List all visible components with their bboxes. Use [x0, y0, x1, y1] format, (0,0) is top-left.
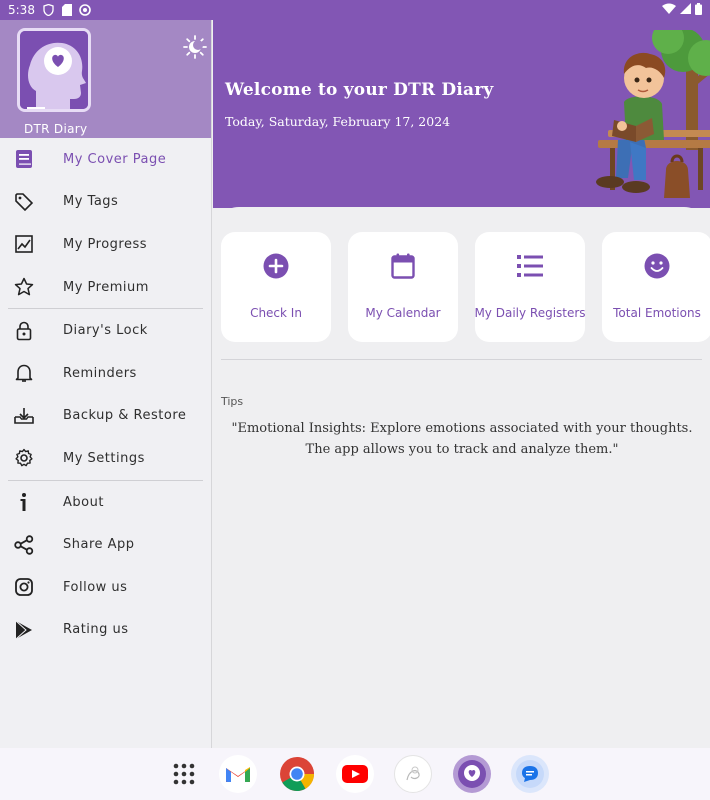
- welcome-title: Welcome to your DTR Diary: [225, 80, 494, 100]
- book-icon: [14, 149, 34, 169]
- info-icon: [14, 492, 34, 512]
- card-label: Check In: [250, 306, 302, 320]
- menu-item-label: Reminders: [63, 365, 137, 381]
- menu-item-diary-lock[interactable]: Diary's Lock: [0, 309, 211, 352]
- dtr-diary-icon[interactable]: [453, 755, 491, 793]
- menu-item-premium[interactable]: My Premium: [0, 266, 211, 309]
- app-name: DTR Diary: [24, 122, 88, 136]
- main-content: Check In My Calendar My Daily Registers …: [213, 207, 710, 748]
- my-calendar-card[interactable]: My Calendar: [348, 232, 458, 342]
- progress-chart-icon: [14, 234, 34, 254]
- daily-registers-card[interactable]: My Daily Registers: [474, 232, 586, 342]
- menu-item-label: Rating us: [63, 622, 129, 638]
- messages-icon[interactable]: [511, 755, 549, 793]
- menu-item-settings[interactable]: My Settings: [0, 437, 211, 480]
- card-label: Total Emotions: [613, 306, 701, 320]
- menu-item-label: My Tags: [63, 194, 119, 210]
- youtube-icon[interactable]: [336, 755, 374, 793]
- menu-item-label: My Cover Page: [63, 151, 167, 167]
- vpn-shield-icon: [43, 4, 55, 16]
- gear-icon: [14, 448, 34, 468]
- menu-item-label: My Premium: [63, 279, 149, 295]
- menu-item-label: Share App: [63, 537, 135, 553]
- star-icon: [14, 277, 34, 297]
- list-icon: [516, 252, 544, 280]
- menu-item-tags[interactable]: My Tags: [0, 181, 211, 224]
- bell-icon: [14, 363, 34, 383]
- menu-item-rating[interactable]: Rating us: [0, 609, 211, 652]
- taskbar: [0, 748, 710, 800]
- clock: 5:38: [8, 3, 35, 17]
- drawer-menu: My Cover Page My Tags My Progress My Pre…: [0, 138, 211, 651]
- welcome-header: Welcome to your DTR Diary Today, Saturda…: [213, 20, 710, 208]
- boy-reading-illustration: [596, 30, 710, 198]
- menu-item-label: About: [63, 494, 104, 510]
- drawer-header: DTR Diary: [0, 20, 211, 138]
- lock-icon: [14, 321, 34, 341]
- total-emotions-card[interactable]: Total Emotions: [602, 232, 710, 342]
- menu-item-about[interactable]: About: [0, 481, 211, 524]
- check-in-card[interactable]: Check In: [221, 232, 331, 342]
- instagram-icon: [14, 577, 34, 597]
- quick-actions: Check In My Calendar My Daily Registers …: [221, 232, 710, 342]
- navigation-drawer: DTR Diary My Cover Page My Tags My Progr…: [0, 20, 212, 748]
- menu-item-label: My Progress: [63, 236, 148, 252]
- tips-text: "Emotional Insights: Explore emotions as…: [231, 421, 693, 457]
- battery-icon: [695, 2, 702, 18]
- menu-item-progress[interactable]: My Progress: [0, 223, 211, 266]
- plus-circle-icon: [262, 252, 290, 280]
- app-logo: [17, 28, 91, 112]
- card-label: My Daily Registers: [474, 306, 586, 320]
- today-date: Today, Saturday, February 17, 2024: [225, 114, 451, 129]
- status-bar: 5:38: [0, 0, 710, 20]
- signal-icon: [680, 3, 691, 17]
- menu-item-label: Diary's Lock: [63, 323, 148, 339]
- card-label: My Calendar: [365, 306, 441, 320]
- menu-item-backup[interactable]: Backup & Restore: [0, 395, 211, 438]
- wifi-icon: [662, 3, 676, 17]
- menu-item-share[interactable]: Share App: [0, 523, 211, 566]
- menu-item-reminders[interactable]: Reminders: [0, 352, 211, 395]
- menu-item-label: My Settings: [63, 450, 145, 466]
- backup-icon: [14, 406, 34, 426]
- sd-card-icon: [61, 4, 73, 16]
- tips-label: Tips: [221, 395, 244, 408]
- calendar-icon: [389, 252, 417, 280]
- section-divider: [221, 359, 702, 360]
- tag-icon: [14, 192, 34, 212]
- app-grid-icon[interactable]: [165, 755, 203, 793]
- play-store-icon: [14, 620, 34, 640]
- share-icon: [14, 534, 34, 555]
- sketch-app-icon[interactable]: [394, 755, 432, 793]
- chrome-icon[interactable]: [278, 755, 316, 793]
- sync-icon: [79, 4, 91, 16]
- gmail-icon[interactable]: [219, 755, 257, 793]
- theme-toggle-icon[interactable]: [183, 35, 207, 59]
- menu-item-label: Follow us: [63, 579, 128, 595]
- smiley-icon: [643, 252, 671, 280]
- menu-item-label: Backup & Restore: [63, 408, 187, 424]
- menu-item-follow[interactable]: Follow us: [0, 566, 211, 609]
- menu-item-cover-page[interactable]: My Cover Page: [0, 138, 211, 181]
